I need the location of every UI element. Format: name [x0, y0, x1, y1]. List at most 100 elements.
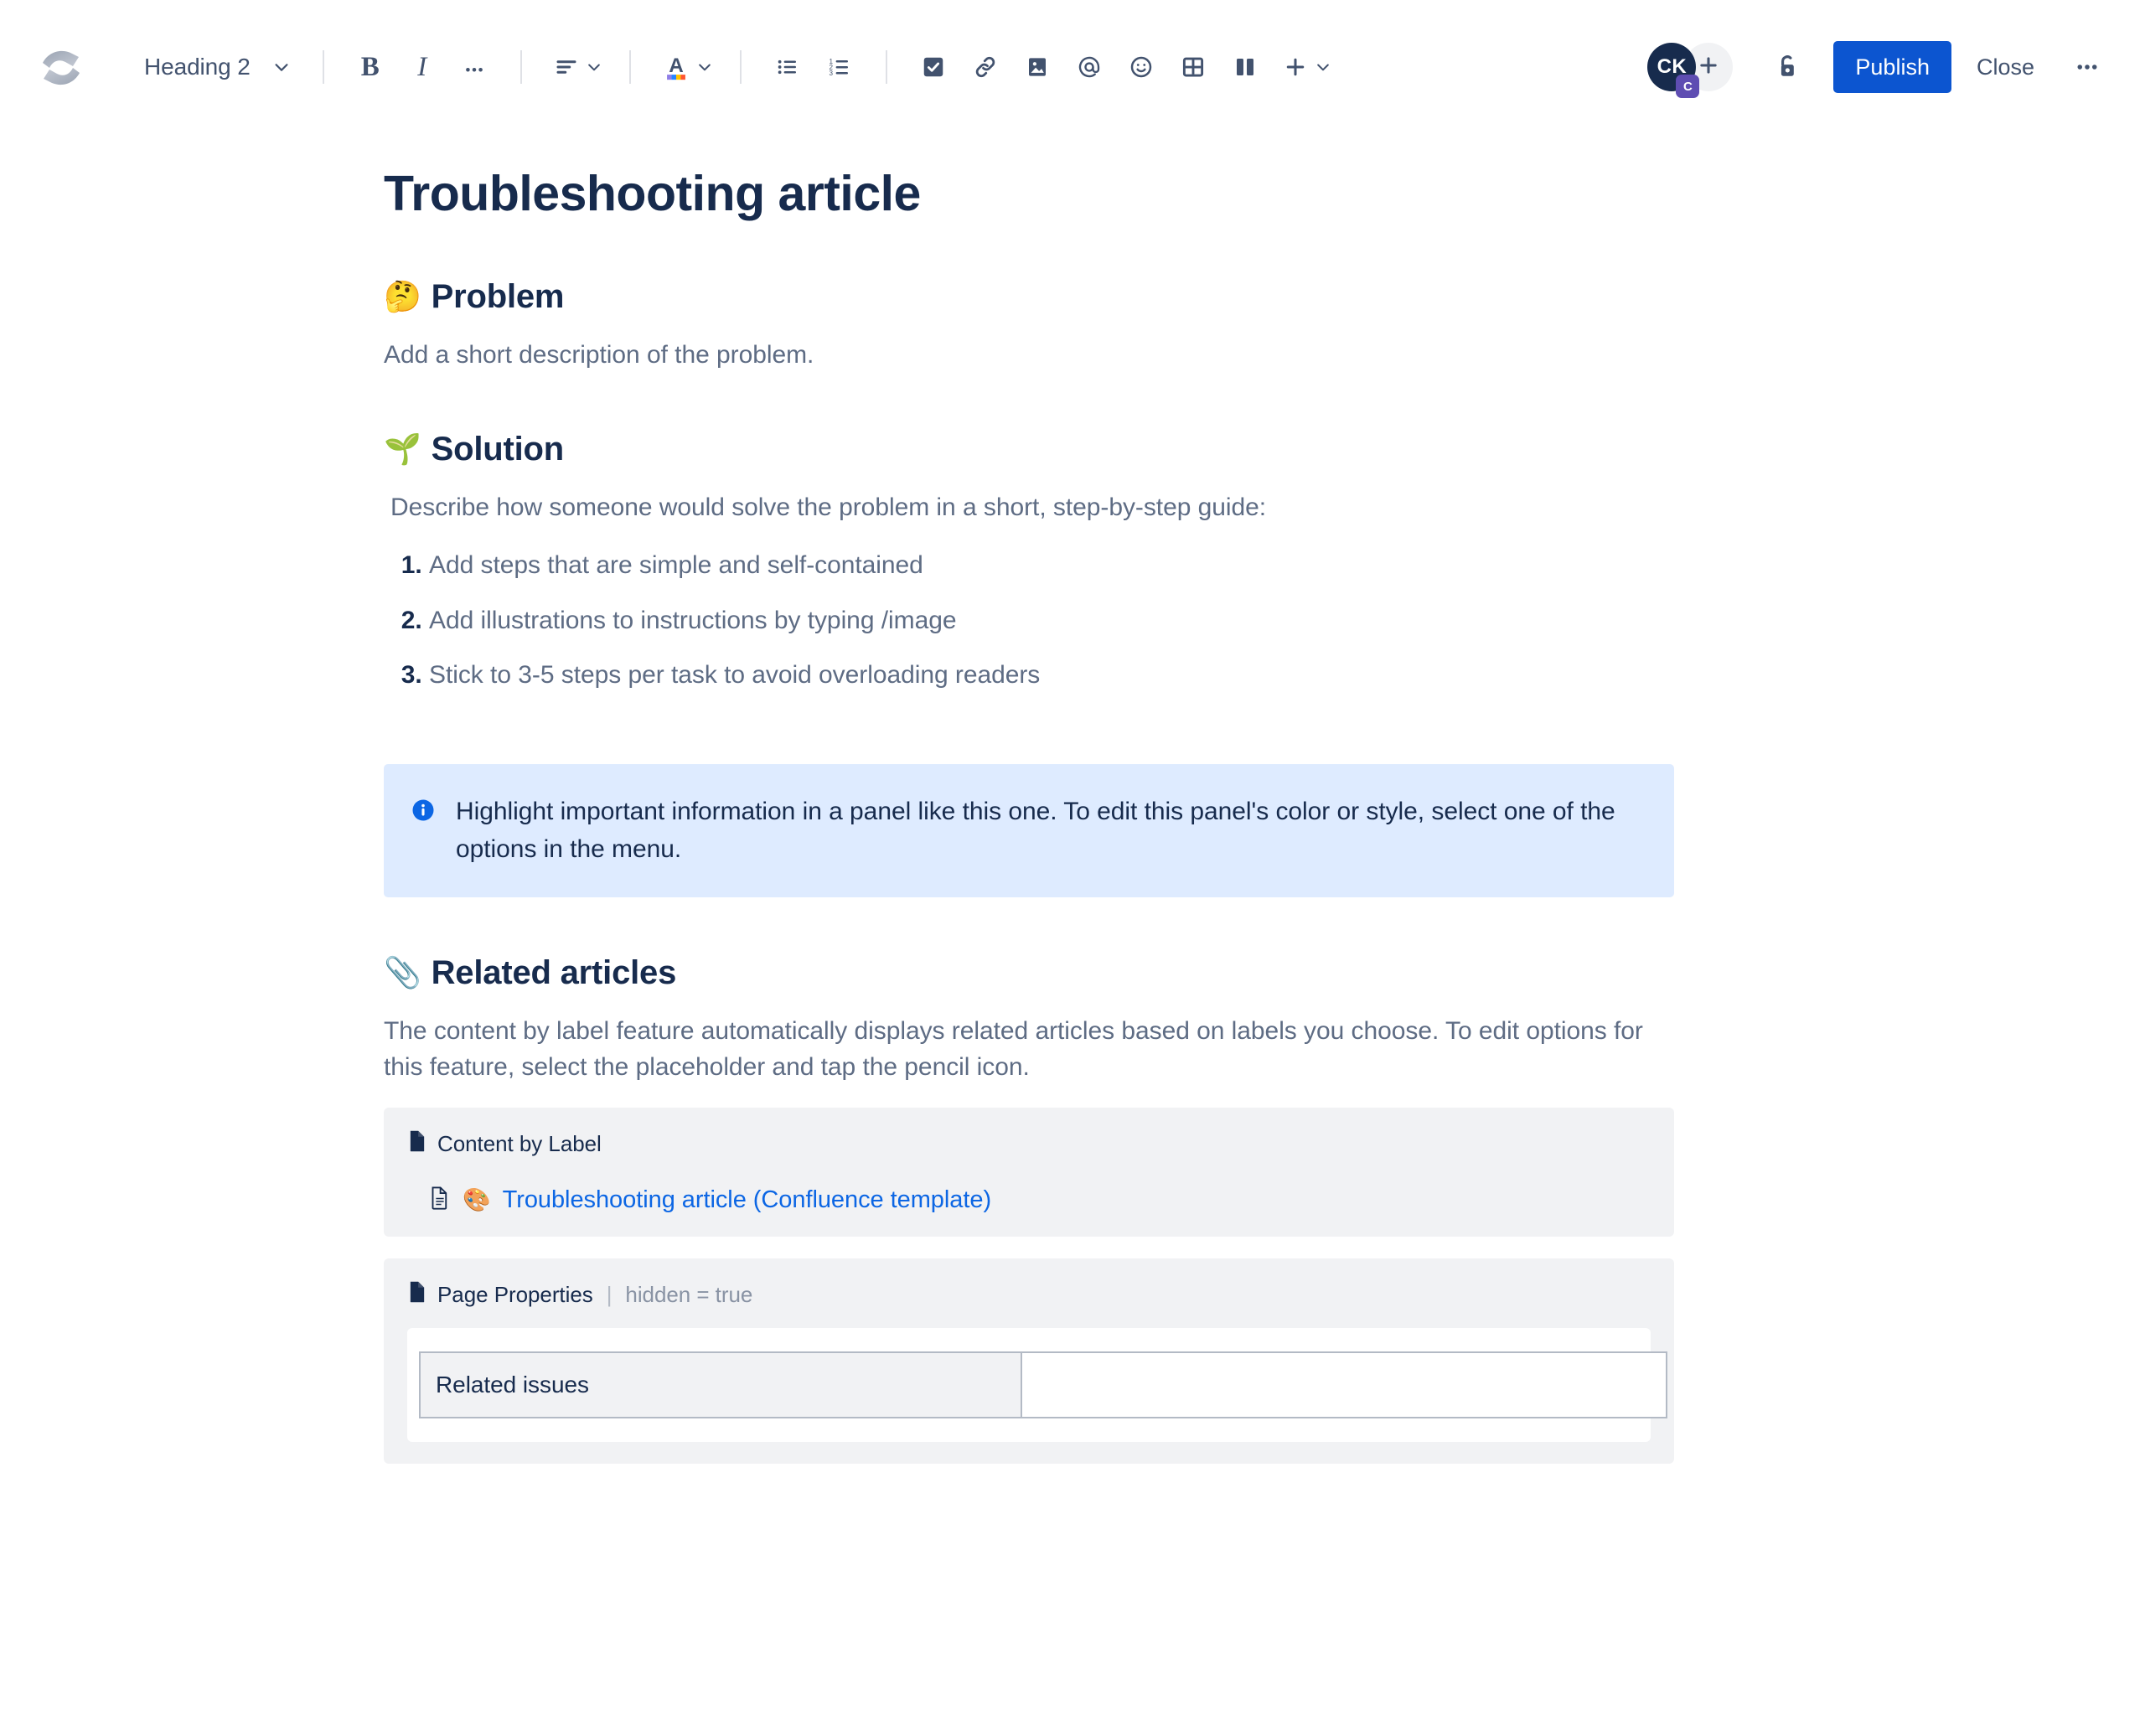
text-style-select[interactable]: Heading 2: [127, 41, 302, 93]
macro-parameter: hidden = true: [625, 1281, 753, 1307]
chevron-down-icon: [586, 59, 602, 75]
page-properties-content[interactable]: Related issues: [407, 1327, 1667, 1442]
insert-group: [907, 41, 1338, 93]
section-heading-label: Related articles: [431, 953, 677, 991]
list-item-label: Stick to 3-5 steps per task to avoid ove…: [429, 661, 1041, 690]
numbered-list-button[interactable]: 1 2 3: [814, 41, 866, 93]
table-button[interactable]: [1167, 41, 1219, 93]
task-list-button[interactable]: [907, 41, 959, 93]
table-row[interactable]: Related issues: [419, 1351, 1667, 1418]
solution-steps-list[interactable]: Add steps that are simple and self-conta…: [384, 547, 1674, 694]
macro-title: Content by Label: [437, 1130, 602, 1156]
checkbox-icon: [921, 54, 946, 80]
page-document-icon: [429, 1186, 451, 1215]
bullet-list-icon: [775, 54, 800, 80]
table-icon: [1181, 54, 1206, 80]
toolbar-divider: [322, 50, 324, 84]
info-panel-text: Highlight important information in a pan…: [456, 797, 1615, 864]
image-icon: [1025, 54, 1050, 80]
restrictions-button[interactable]: [1761, 41, 1813, 93]
layout-button[interactable]: [1219, 41, 1271, 93]
document-editor-area[interactable]: Troubleshooting article 🤔 Problem Add a …: [0, 166, 2145, 1464]
mention-button[interactable]: [1063, 41, 1115, 93]
italic-button[interactable]: I: [396, 41, 448, 93]
image-button[interactable]: [1011, 41, 1063, 93]
svg-text:3: 3: [829, 70, 833, 77]
page-title[interactable]: Troubleshooting article: [384, 166, 1674, 221]
italic-icon: I: [417, 51, 427, 82]
list-item[interactable]: 🎨 Troubleshooting article (Confluence te…: [429, 1186, 1651, 1215]
bold-icon: B: [360, 51, 380, 82]
table-cell-key[interactable]: Related issues: [419, 1351, 1022, 1418]
section-heading-problem[interactable]: 🤔 Problem: [384, 276, 1674, 317]
text-color-icon: A: [663, 53, 690, 81]
thinking-face-emoji: 🤔: [384, 279, 421, 314]
list-item[interactable]: Add steps that are simple and self-conta…: [429, 547, 1674, 584]
unlock-icon: [1773, 53, 1801, 81]
svg-text:A: A: [669, 54, 684, 77]
link-icon: [973, 54, 998, 80]
ellipsis-icon: [463, 56, 485, 78]
section-heading-related-articles[interactable]: 📎 Related articles: [384, 953, 1674, 993]
text-align-left-icon: [554, 54, 579, 80]
macro-body: 🎨 Troubleshooting article (Confluence te…: [407, 1186, 1651, 1215]
avatar-presence-badge: C: [1676, 75, 1700, 98]
content-by-label-macro[interactable]: Content by Label 🎨 Troubleshooting artic…: [384, 1107, 1674, 1237]
macro-header: Content by Label: [407, 1129, 1651, 1159]
list-item-label: Add steps that are simple and self-conta…: [429, 551, 923, 580]
macro-page-icon: [407, 1129, 427, 1159]
paperclip-emoji: 📎: [384, 954, 421, 989]
related-articles-description[interactable]: The content by label feature automatical…: [384, 1013, 1674, 1086]
confluence-logo-icon: [35, 41, 87, 93]
text-style-value: Heading 2: [144, 54, 251, 80]
numbered-list-icon: 1 2 3: [827, 54, 852, 80]
chevron-down-icon: [696, 59, 713, 75]
page-properties-macro[interactable]: Page Properties | hidden = true Related …: [384, 1258, 1674, 1464]
chevron-down-icon: [1315, 59, 1331, 75]
table-cell-value[interactable]: [1021, 1351, 1667, 1418]
collaborators: CK C: [1647, 43, 1734, 98]
macro-title: Page Properties: [437, 1281, 593, 1307]
publish-button[interactable]: Publish: [1833, 41, 1951, 93]
mention-at-icon: [1077, 54, 1102, 80]
list-group: 1 2 3: [762, 41, 866, 93]
list-item[interactable]: Stick to 3-5 steps per task to avoid ove…: [429, 657, 1674, 694]
chevron-down-icon: [272, 58, 291, 76]
editor-toolbar: Heading 2 B I A 1 2 3 CK C Publish Close: [0, 0, 2145, 134]
text-color-button[interactable]: A: [651, 41, 720, 93]
problem-description[interactable]: Add a short description of the problem.: [384, 337, 1674, 374]
toolbar-divider: [885, 50, 887, 84]
insert-more-button[interactable]: [1271, 41, 1338, 93]
more-formatting-button[interactable]: [448, 41, 500, 93]
emoji-button[interactable]: [1115, 41, 1167, 93]
artist-palette-emoji: 🎨: [463, 1187, 491, 1213]
seedling-emoji: 🌱: [384, 431, 421, 466]
ellipsis-icon: [2075, 54, 2100, 80]
macro-page-icon: [407, 1280, 427, 1310]
info-panel[interactable]: Highlight important information in a pan…: [384, 763, 1674, 897]
plus-icon: [1697, 54, 1720, 81]
columns-layout-icon: [1233, 54, 1258, 80]
toolbar-divider: [628, 50, 631, 84]
solution-description[interactable]: Describe how someone would solve the pro…: [390, 489, 1674, 526]
section-heading-label: Problem: [431, 278, 565, 316]
section-heading-solution[interactable]: 🌱 Solution: [384, 429, 1674, 469]
close-button[interactable]: Close: [1956, 41, 2055, 93]
toolbar-divider: [739, 50, 742, 84]
alignment-button[interactable]: [542, 41, 609, 93]
bullet-list-button[interactable]: [762, 41, 814, 93]
bold-button[interactable]: B: [344, 41, 396, 93]
list-item-label: Add illustrations to instructions by typ…: [429, 606, 957, 634]
plus-icon: [1283, 54, 1308, 80]
emoji-smiley-icon: [1129, 54, 1154, 80]
toolbar-divider: [519, 50, 522, 84]
info-circle-icon: [411, 798, 436, 827]
list-item[interactable]: Add illustrations to instructions by typ…: [429, 602, 1674, 639]
page-properties-table[interactable]: Related issues: [419, 1351, 1667, 1418]
toolbar-right-cluster: CK C Publish Close: [1647, 41, 2113, 98]
link-button[interactable]: [959, 41, 1011, 93]
macro-separator: |: [606, 1281, 612, 1307]
related-article-link[interactable]: Troubleshooting article (Confluence temp…: [503, 1186, 991, 1214]
more-options-button[interactable]: [2061, 41, 2113, 93]
section-heading-label: Solution: [431, 430, 565, 468]
